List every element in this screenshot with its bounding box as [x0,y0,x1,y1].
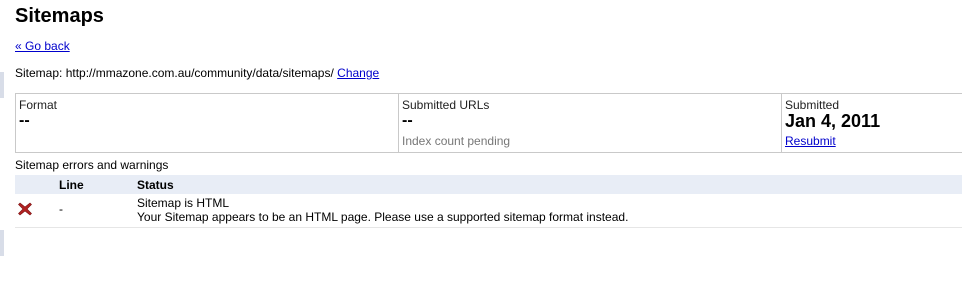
index-count-note: Index count pending [402,134,511,148]
edge-mark [0,72,4,98]
line-value: - [59,202,63,216]
edge-mark [0,230,4,256]
submitted-cell: Submitted Jan 4, 2011 Resubmit [782,94,962,152]
change-link[interactable]: Change [337,66,379,80]
submitted-urls-value: -- [402,112,413,129]
resubmit-link[interactable]: Resubmit [785,134,836,148]
errors-header-row: Line Status [15,175,962,194]
errors-table: Line Status - Sitemap is HTML Your Sitem… [15,175,962,228]
line-column-header: Line [45,175,137,194]
status-column-header: Status [137,175,962,194]
go-back-link[interactable]: « Go back [15,39,70,53]
sitemap-summary: Format -- Submitted URLs -- Index count … [15,93,962,153]
left-edge-decoration [0,0,4,300]
status-message: Your Sitemap appears to be an HTML page.… [137,210,629,224]
icon-column-header [15,175,45,194]
submitted-urls-cell: Submitted URLs -- Index count pending [399,94,782,152]
format-cell: Format -- [16,94,399,152]
submitted-label: Submitted [785,98,840,112]
errors-heading: Sitemap errors and warnings [15,158,169,172]
error-x-icon [18,202,32,216]
submitted-urls-label: Submitted URLs [402,98,490,112]
submitted-date: Jan 4, 2011 [785,111,881,131]
sitemap-url-line: Sitemap: http://mmazone.com.au/community… [15,66,379,80]
format-value: -- [19,112,30,129]
sitemap-url-text: Sitemap: http://mmazone.com.au/community… [15,66,334,80]
format-label: Format [19,98,58,112]
page-title: Sitemaps [15,5,104,27]
table-row: - Sitemap is HTML Your Sitemap appears t… [15,194,962,228]
status-title: Sitemap is HTML [137,196,230,210]
